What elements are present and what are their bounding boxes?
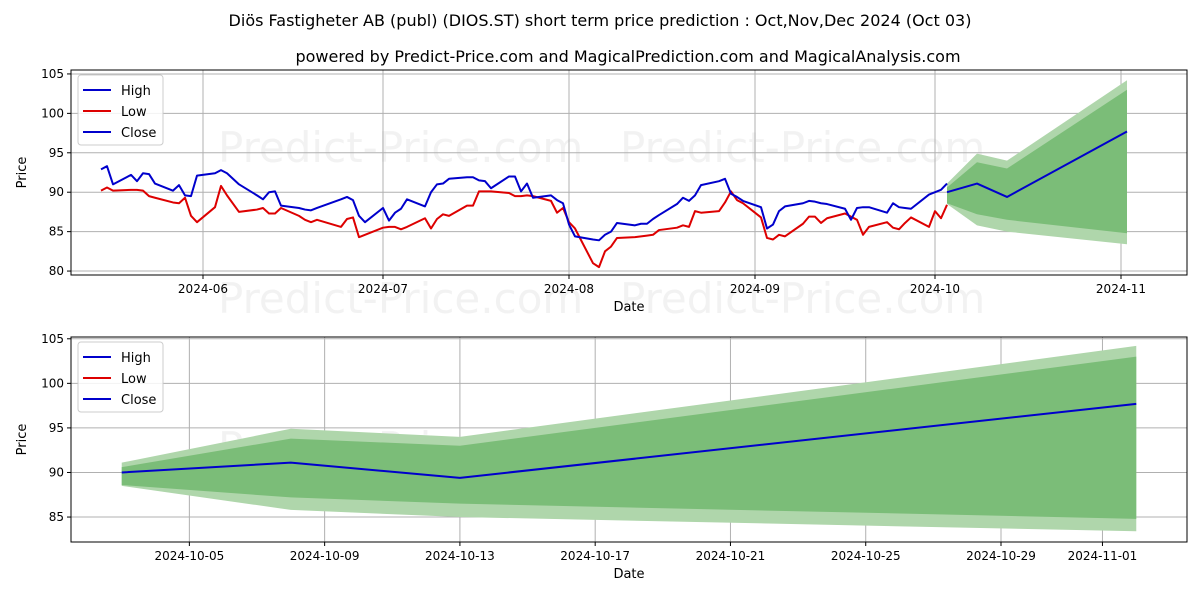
x-tick-label: 2024-08 xyxy=(544,282,594,296)
x-tick-label: 2024-10 xyxy=(910,282,960,296)
y-tick-label: 80 xyxy=(49,264,64,278)
legend-label-close: Close xyxy=(121,393,156,408)
y-axis-label: Price xyxy=(15,424,30,456)
y-tick-label: 105 xyxy=(41,67,64,81)
legend-label-high: High xyxy=(121,84,151,99)
y-tick-label: 85 xyxy=(49,225,64,239)
y-tick-label: 100 xyxy=(41,376,64,390)
chart-canvas: Diös Fastigheter AB (publ) (DIOS.ST) sho… xyxy=(15,11,1188,582)
x-axis-label: Date xyxy=(613,300,644,315)
x-tick-label: 2024-07 xyxy=(358,282,408,296)
x-tick-label: 2024-10-13 xyxy=(425,549,495,563)
legend-label-close: Close xyxy=(121,126,156,141)
y-tick-label: 95 xyxy=(49,146,64,160)
x-tick-label: 2024-10-21 xyxy=(696,549,766,563)
high-series-line xyxy=(100,165,948,242)
y-tick-label: 90 xyxy=(49,185,64,199)
low-series-line xyxy=(100,184,948,269)
x-tick-label: 2024-10-25 xyxy=(831,549,901,563)
legend-label-high: High xyxy=(121,351,151,366)
x-tick-label: 2024-06 xyxy=(178,282,228,296)
chart-subtitle: powered by Predict-Price.com and Magical… xyxy=(295,47,960,66)
forecast-panel: Predict-Price.comPredict-Price.com2024-1… xyxy=(15,332,1188,582)
x-tick-label: 2024-10-09 xyxy=(290,549,360,563)
y-tick-label: 95 xyxy=(49,421,64,435)
watermark-text: Predict-Price.com xyxy=(620,123,985,172)
history-panel: Predict-Price.com Predict-Price.comPredic… xyxy=(15,67,1188,323)
legend: High Low Close xyxy=(77,341,164,413)
x-tick-label: 2024-11-01 xyxy=(1068,549,1138,563)
y-axis-label: Price xyxy=(15,157,30,189)
y-tick-label: 100 xyxy=(41,106,64,120)
x-tick-label: 2024-10-29 xyxy=(966,549,1036,563)
y-tick-label: 105 xyxy=(41,332,64,346)
x-tick-label: 2024-09 xyxy=(730,282,780,296)
x-axis-label: Date xyxy=(613,567,644,582)
x-tick-label: 2024-10-05 xyxy=(154,549,224,563)
chart-title: Diös Fastigheter AB (publ) (DIOS.ST) sho… xyxy=(229,11,972,30)
x-tick-label: 2024-11 xyxy=(1096,282,1146,296)
legend: High Low Close xyxy=(77,74,164,146)
x-tick-label: 2024-10-17 xyxy=(560,549,630,563)
legend-label-low: Low xyxy=(121,372,147,387)
y-tick-label: 85 xyxy=(49,510,64,524)
watermark-text: Predict-Price.com xyxy=(218,123,583,172)
y-tick-label: 90 xyxy=(49,465,64,479)
legend-label-low: Low xyxy=(121,105,147,120)
